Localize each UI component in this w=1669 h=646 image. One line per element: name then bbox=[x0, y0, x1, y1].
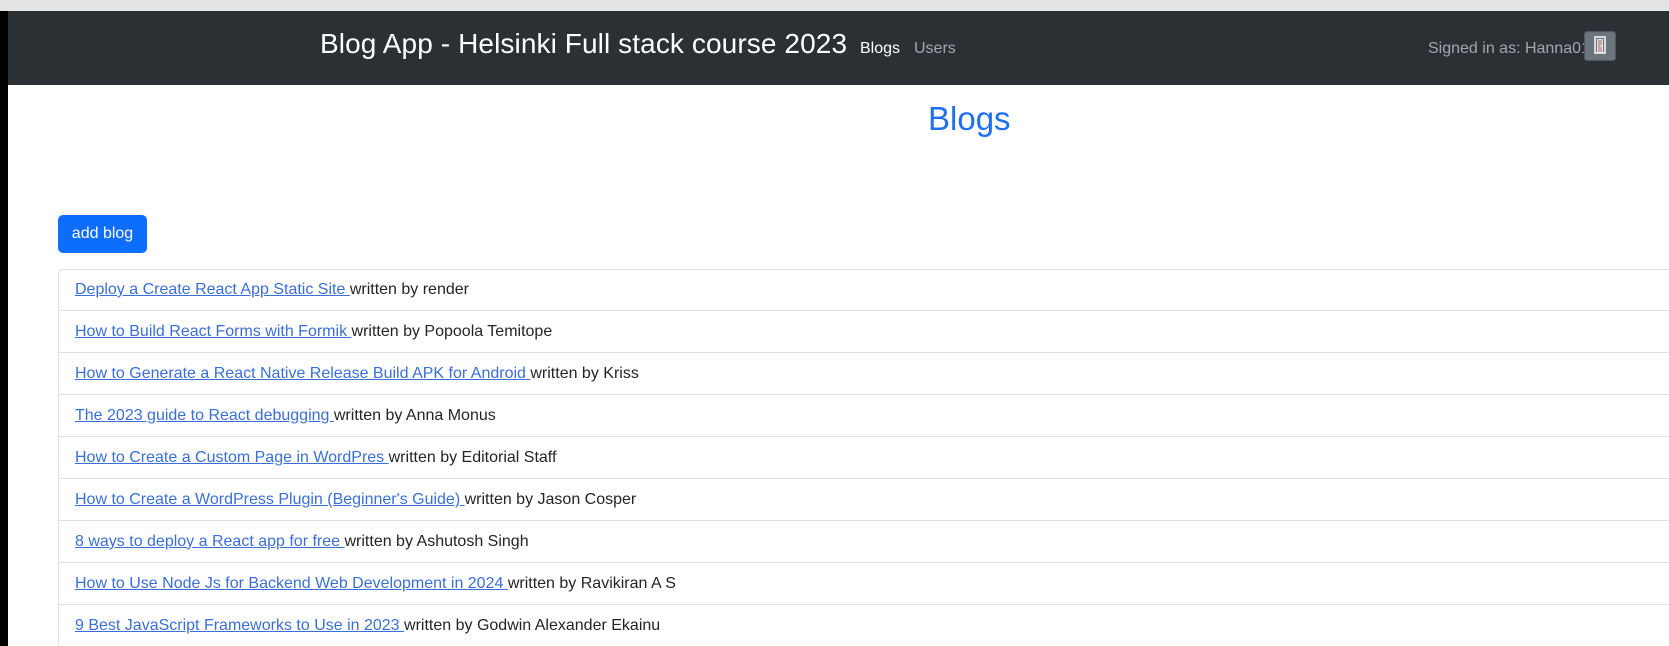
blog-title-link[interactable]: 9 Best JavaScript Frameworks to Use in 2… bbox=[75, 617, 404, 635]
blog-title-link[interactable]: How to Generate a React Native Release B… bbox=[75, 365, 530, 383]
blog-title-link[interactable]: How to Use Node Js for Backend Web Devel… bbox=[75, 575, 508, 593]
blog-title-link[interactable]: Deploy a Create React App Static Site bbox=[75, 281, 350, 299]
window-left-edge bbox=[0, 11, 8, 646]
browser-viewport: Blog App - Helsinki Full stack course 20… bbox=[0, 0, 1669, 646]
nav-link-blogs[interactable]: Blogs bbox=[860, 40, 900, 58]
page-title: Blogs bbox=[928, 100, 1011, 137]
blog-list-item: 8 ways to deploy a React app for free wr… bbox=[58, 521, 1669, 563]
blog-list-item: Deploy a Create React App Static Site wr… bbox=[58, 269, 1669, 311]
browser-top-strip bbox=[0, 0, 1669, 11]
blog-title-link[interactable]: The 2023 guide to React debugging bbox=[75, 407, 334, 425]
blog-list: Deploy a Create React App Static Site wr… bbox=[58, 269, 1669, 646]
blog-author: written by Anna Monus bbox=[333, 406, 496, 424]
blog-list-item: How to Generate a React Native Release B… bbox=[58, 353, 1669, 395]
blog-title-link[interactable]: How to Create a Custom Page in WordPres bbox=[75, 449, 389, 467]
blog-author: written by render bbox=[349, 281, 469, 298]
nav-link-users[interactable]: Users bbox=[914, 40, 956, 58]
blog-author: written by Editorial Staff bbox=[388, 448, 557, 466]
blog-author: written by Kriss bbox=[530, 364, 639, 382]
blog-title-link[interactable]: 8 ways to deploy a React app for free bbox=[75, 533, 344, 551]
blog-author: written by Ashutosh Singh bbox=[344, 532, 529, 550]
blog-title-link[interactable]: How to Build React Forms with Formik bbox=[75, 323, 352, 341]
navbar: Blog App - Helsinki Full stack course 20… bbox=[8, 11, 1669, 85]
door-exit-icon bbox=[1592, 35, 1608, 57]
blog-author: written by Jason Cosper bbox=[464, 490, 637, 508]
signed-in-status: Signed in as: Hanna01 bbox=[1428, 40, 1590, 57]
add-blog-button[interactable]: add blog bbox=[58, 215, 147, 253]
blog-list-item: How to Create a Custom Page in WordPres … bbox=[58, 437, 1669, 479]
blog-list-item: How to Create a WordPress Plugin (Beginn… bbox=[58, 479, 1669, 521]
blog-author: written by Popoola Temitope bbox=[351, 322, 553, 340]
blog-list-item: How to Use Node Js for Backend Web Devel… bbox=[58, 563, 1669, 605]
navbar-brand[interactable]: Blog App - Helsinki Full stack course 20… bbox=[320, 28, 847, 60]
blog-list-item: 9 Best JavaScript Frameworks to Use in 2… bbox=[58, 605, 1669, 646]
blog-title-link[interactable]: How to Create a WordPress Plugin (Beginn… bbox=[75, 491, 465, 509]
blog-author: written by Ravikiran A S bbox=[507, 574, 676, 592]
logout-button[interactable] bbox=[1584, 31, 1616, 61]
blog-list-item: The 2023 guide to React debugging writte… bbox=[58, 395, 1669, 437]
blog-author: written by Godwin Alexander Ekainu bbox=[404, 616, 661, 634]
blog-list-item: How to Build React Forms with Formik wri… bbox=[58, 311, 1669, 353]
